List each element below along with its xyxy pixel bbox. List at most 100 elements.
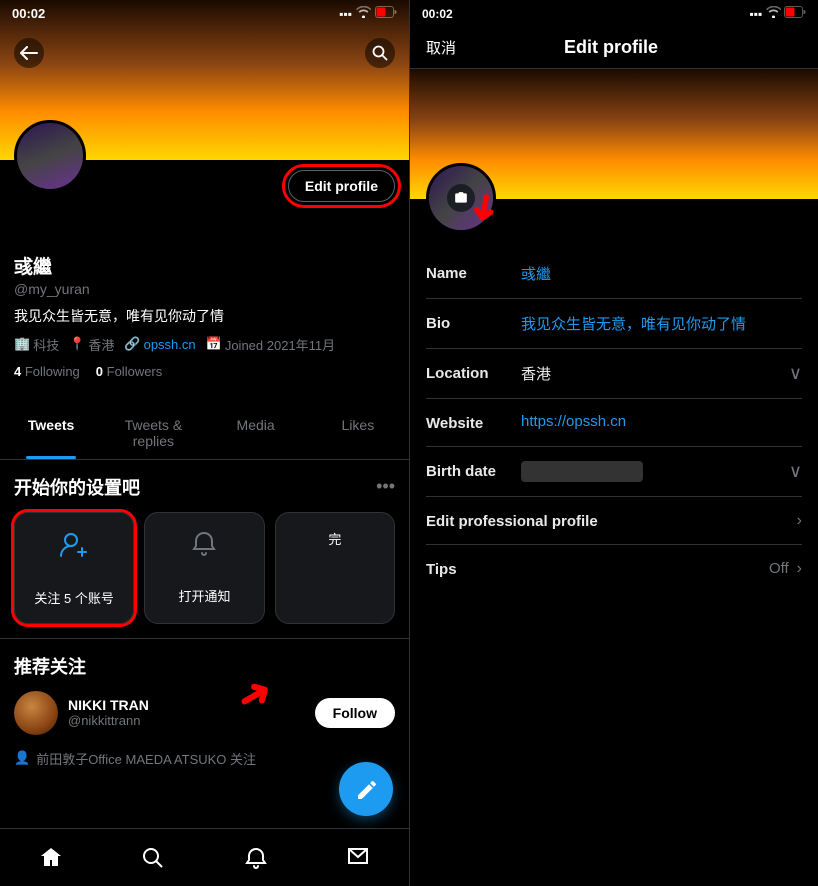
tips-row: Tips Off › xyxy=(426,545,802,592)
setup-card-complete[interactable]: 完 xyxy=(275,512,395,624)
location-icon: 📍 xyxy=(69,336,85,352)
tips-value: Off xyxy=(769,560,789,577)
location-label: Location xyxy=(426,363,521,382)
professional-label: Edit professional profile xyxy=(426,511,598,530)
setup-header: 开始你的设置吧 ••• xyxy=(14,474,395,500)
tips-right: Off › xyxy=(769,560,802,578)
rec-user-handle: @nikkittrann xyxy=(68,713,305,728)
bottom-nav xyxy=(0,828,409,886)
user-bio: 我见众生皆无意，唯有见你动了情 xyxy=(14,307,395,327)
followers-stat[interactable]: 0 Followers xyxy=(96,364,162,379)
wifi-icon xyxy=(356,6,371,21)
battery-icon xyxy=(375,6,397,21)
right-status-icons: ▪▪▪ xyxy=(750,6,806,21)
user-handle: @my_yuran xyxy=(14,281,395,297)
bio-value[interactable]: 我见众生皆无意，唯有见你动了情 xyxy=(521,313,802,334)
tab-likes[interactable]: Likes xyxy=(307,403,409,459)
recommend-section: 推荐关注 NIKKI TRAN @nikkittrann Follow 👤 前田… xyxy=(0,639,409,782)
complete-card-label: 完 xyxy=(328,529,341,548)
profile-form: Name 彧繼 Bio 我见众生皆无意，唯有见你动了情 Location 香港 … xyxy=(410,239,818,602)
recommend-title: 推荐关注 xyxy=(14,653,395,679)
website-label: Website xyxy=(426,413,521,432)
user-info: 彧繼 @my_yuran 我见众生皆无意，唯有见你动了情 🏢 科技 📍 香港 🔗… xyxy=(0,252,409,389)
setup-card-notifications[interactable]: 打开通知 xyxy=(144,512,264,624)
rec-user-info: NIKKI TRAN @nikkittrann xyxy=(68,697,305,728)
birthdate-left: Birth date ██████████ xyxy=(426,461,781,482)
follow-button[interactable]: Follow xyxy=(315,698,395,728)
bio-row: Bio 我见众生皆无意，唯有见你动了情 xyxy=(426,299,802,349)
nav-home[interactable] xyxy=(29,836,73,880)
right-battery-icon xyxy=(784,7,806,21)
edit-profile-title: Edit profile xyxy=(564,37,658,58)
edit-profile-button[interactable]: Edit profile xyxy=(288,170,395,202)
tips-chevron-icon: › xyxy=(797,560,802,578)
bio-label: Bio xyxy=(426,313,521,332)
setup-section: 开始你的设置吧 ••• 关注 5 个账号 xyxy=(0,460,409,639)
setup-title: 开始你的设置吧 xyxy=(14,474,140,500)
bell-icon xyxy=(189,529,219,566)
back-button[interactable] xyxy=(14,38,44,68)
right-wifi-icon xyxy=(766,7,784,21)
rec-avatar-image xyxy=(14,691,58,735)
birthdate-dropdown-icon: ∨ xyxy=(789,461,802,482)
setup-card-follow[interactable]: 关注 5 个账号 xyxy=(14,512,134,624)
website-meta: 🔗 opssh.cn xyxy=(124,335,195,354)
recommend-item: NIKKI TRAN @nikkittrann Follow xyxy=(14,691,395,735)
following-stat[interactable]: 4 Following xyxy=(14,364,80,379)
professional-row[interactable]: Edit professional profile › xyxy=(426,497,802,545)
camera-icon[interactable] xyxy=(447,184,475,212)
name-row: Name 彧繼 xyxy=(426,249,802,299)
website-row: Website https://opssh.cn xyxy=(426,399,802,447)
top-nav xyxy=(0,30,409,76)
joined-meta: 📅 Joined 2021年11月 xyxy=(206,335,336,354)
link-icon: 🔗 xyxy=(124,336,140,352)
tab-tweets-replies[interactable]: Tweets & replies xyxy=(102,403,204,459)
signal-icon: ▪▪▪ xyxy=(339,7,352,21)
notif-card-label: 打开通知 xyxy=(178,586,230,605)
nav-messages[interactable] xyxy=(336,836,380,880)
setup-more-button[interactable]: ••• xyxy=(376,476,395,497)
tips-label: Tips xyxy=(426,559,457,578)
tab-media[interactable]: Media xyxy=(205,403,307,459)
compose-fab[interactable] xyxy=(339,762,393,816)
website-value[interactable]: https://opssh.cn xyxy=(521,413,802,430)
location-meta: 📍 香港 xyxy=(69,335,114,354)
setup-cards: 关注 5 个账号 打开通知 完 xyxy=(14,512,395,624)
location-dropdown-icon: ∨ xyxy=(789,363,802,384)
follow-card-label: 关注 5 个账号 xyxy=(34,588,113,607)
user-meta: 🏢 科技 📍 香港 🔗 opssh.cn 📅 Joined 2021年11月 xyxy=(14,335,395,354)
nav-search[interactable] xyxy=(131,836,175,880)
right-avatar xyxy=(426,163,496,233)
follow-stats: 4 Following 0 Followers xyxy=(14,364,395,379)
profile-section: Edit profile xyxy=(0,160,409,202)
calendar-icon: 📅 xyxy=(206,336,222,352)
location-row: Location 香港 ∨ xyxy=(426,349,802,399)
edit-profile-container: Edit profile xyxy=(14,160,395,202)
rec-user-avatar xyxy=(14,691,58,735)
left-status-icons: ▪▪▪ xyxy=(339,6,397,21)
professional-chevron-icon: › xyxy=(797,512,802,530)
nav-notifications[interactable] xyxy=(234,836,278,880)
name-label: Name xyxy=(426,263,521,282)
briefcase-icon: 🏢 xyxy=(14,336,30,352)
user-display-name: 彧繼 xyxy=(14,252,395,279)
name-value[interactable]: 彧繼 xyxy=(521,263,802,284)
right-signal-icon: ▪▪▪ xyxy=(750,7,763,21)
industry-meta: 🏢 科技 xyxy=(14,335,59,354)
right-panel: 00:02 ▪▪▪ 取消 Edit profile xyxy=(409,0,818,886)
right-status-bar: 00:02 ▪▪▪ xyxy=(410,0,818,27)
person-icon: 👤 xyxy=(14,750,30,766)
location-value[interactable]: 香港 xyxy=(521,363,551,384)
left-time: 00:02 xyxy=(12,6,45,21)
right-header: 取消 Edit profile xyxy=(410,27,818,69)
tab-tweets[interactable]: Tweets xyxy=(0,403,102,459)
birthdate-label: Birth date xyxy=(426,461,521,480)
profile-tabs: Tweets Tweets & replies Media Likes xyxy=(0,403,409,460)
search-button[interactable] xyxy=(365,38,395,68)
mutual-follow-text: 前田敦子Office MAEDA ATSUKO 关注 xyxy=(36,749,256,768)
location-left: Location 香港 xyxy=(426,363,781,384)
right-avatar-wrapper xyxy=(426,163,496,233)
left-status-bar: 00:02 ▪▪▪ xyxy=(0,0,409,27)
left-panel: 00:02 ▪▪▪ xyxy=(0,0,409,886)
cancel-button[interactable]: 取消 xyxy=(426,37,456,58)
